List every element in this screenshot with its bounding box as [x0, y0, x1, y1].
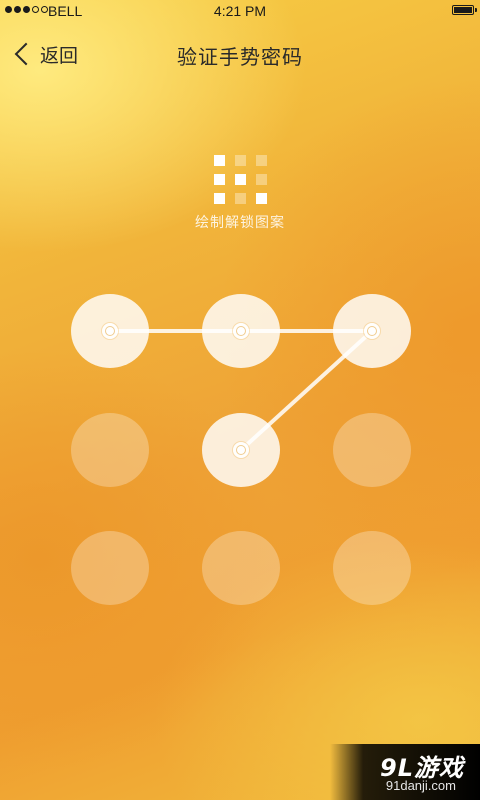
- lock-screen: BELL 4:21 PM 返回 验证手势密码 绘制解锁图案 9L游戏 91dan…: [0, 0, 480, 800]
- pattern-node[interactable]: [333, 413, 411, 487]
- pattern-node[interactable]: [71, 294, 149, 368]
- node-dot-icon: [102, 323, 118, 339]
- node-dot-icon: [233, 323, 249, 339]
- node-dot-icon: [233, 442, 249, 458]
- pattern-node[interactable]: [202, 531, 280, 605]
- pattern-node[interactable]: [202, 294, 280, 368]
- pattern-node[interactable]: [71, 531, 149, 605]
- node-dot-icon: [364, 323, 380, 339]
- site-watermark: 9L游戏 91danji.com: [330, 744, 480, 800]
- pattern-lock-grid: [0, 0, 480, 800]
- watermark-url: 91danji.com: [385, 778, 456, 793]
- pattern-node[interactable]: [202, 413, 280, 487]
- pattern-node[interactable]: [71, 413, 149, 487]
- pattern-node[interactable]: [333, 531, 411, 605]
- pattern-path: [108, 329, 374, 452]
- pattern-node[interactable]: [333, 294, 411, 368]
